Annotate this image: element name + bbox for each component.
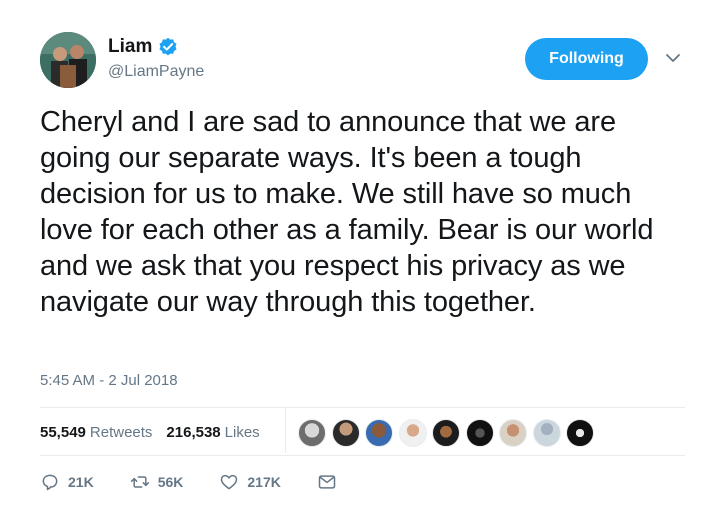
reply-count: 21K <box>68 474 94 490</box>
divider-top <box>40 407 685 408</box>
liker-avatar[interactable] <box>365 419 393 447</box>
likes-label: Likes <box>224 424 260 441</box>
divider-bottom <box>40 455 685 456</box>
tweet-text: Cheryl and I are sad to announce that we… <box>40 106 654 318</box>
stats-separator <box>285 407 286 453</box>
reply-icon <box>42 474 58 491</box>
heart-icon <box>221 474 238 490</box>
tweet-timestamp[interactable]: 5:45 AM - 2 Jul 2018 <box>40 372 178 389</box>
liker-avatar[interactable] <box>432 419 460 447</box>
liker-avatar[interactable] <box>566 419 594 447</box>
retweet-action[interactable]: 56K <box>130 472 184 492</box>
liker-avatar[interactable] <box>298 419 326 447</box>
like-count: 217K <box>247 474 281 490</box>
likes-stat[interactable]: 216,538 Likes <box>166 424 259 441</box>
direct-message-action[interactable] <box>317 472 345 492</box>
tweet-card: Liam @LiamPayne Following Cheryl and I a… <box>0 0 725 521</box>
like-action[interactable]: 217K <box>219 472 281 492</box>
liker-avatar[interactable] <box>398 419 427 447</box>
tweet-actions: 21K 56K 217K <box>40 472 381 492</box>
liker-avatar[interactable] <box>499 419 527 447</box>
likes-count: 216,538 <box>166 424 221 441</box>
verified-badge-icon <box>158 37 178 57</box>
retweets-count: 55,549 <box>40 424 86 441</box>
liker-avatars <box>298 419 600 447</box>
retweet-icon <box>130 476 149 488</box>
reply-action[interactable]: 21K <box>40 472 94 492</box>
retweets-stat[interactable]: 55,549 Retweets <box>40 424 152 441</box>
avatar[interactable] <box>40 32 96 88</box>
direct-message-icon <box>318 475 336 489</box>
retweets-label: Retweets <box>89 424 153 441</box>
author-name[interactable]: Liam <box>108 36 152 58</box>
liker-avatar[interactable] <box>331 419 360 447</box>
following-button[interactable]: Following <box>525 38 648 80</box>
chevron-down-icon[interactable] <box>665 50 681 66</box>
tweet-stats: 55,549 Retweets 216,538 Likes <box>40 424 274 441</box>
liker-avatar[interactable] <box>465 419 494 447</box>
author-handle[interactable]: @LiamPayne <box>108 63 204 81</box>
liker-avatar[interactable] <box>532 419 561 447</box>
author-name-row[interactable]: Liam <box>108 36 178 58</box>
retweet-count: 56K <box>157 474 184 490</box>
